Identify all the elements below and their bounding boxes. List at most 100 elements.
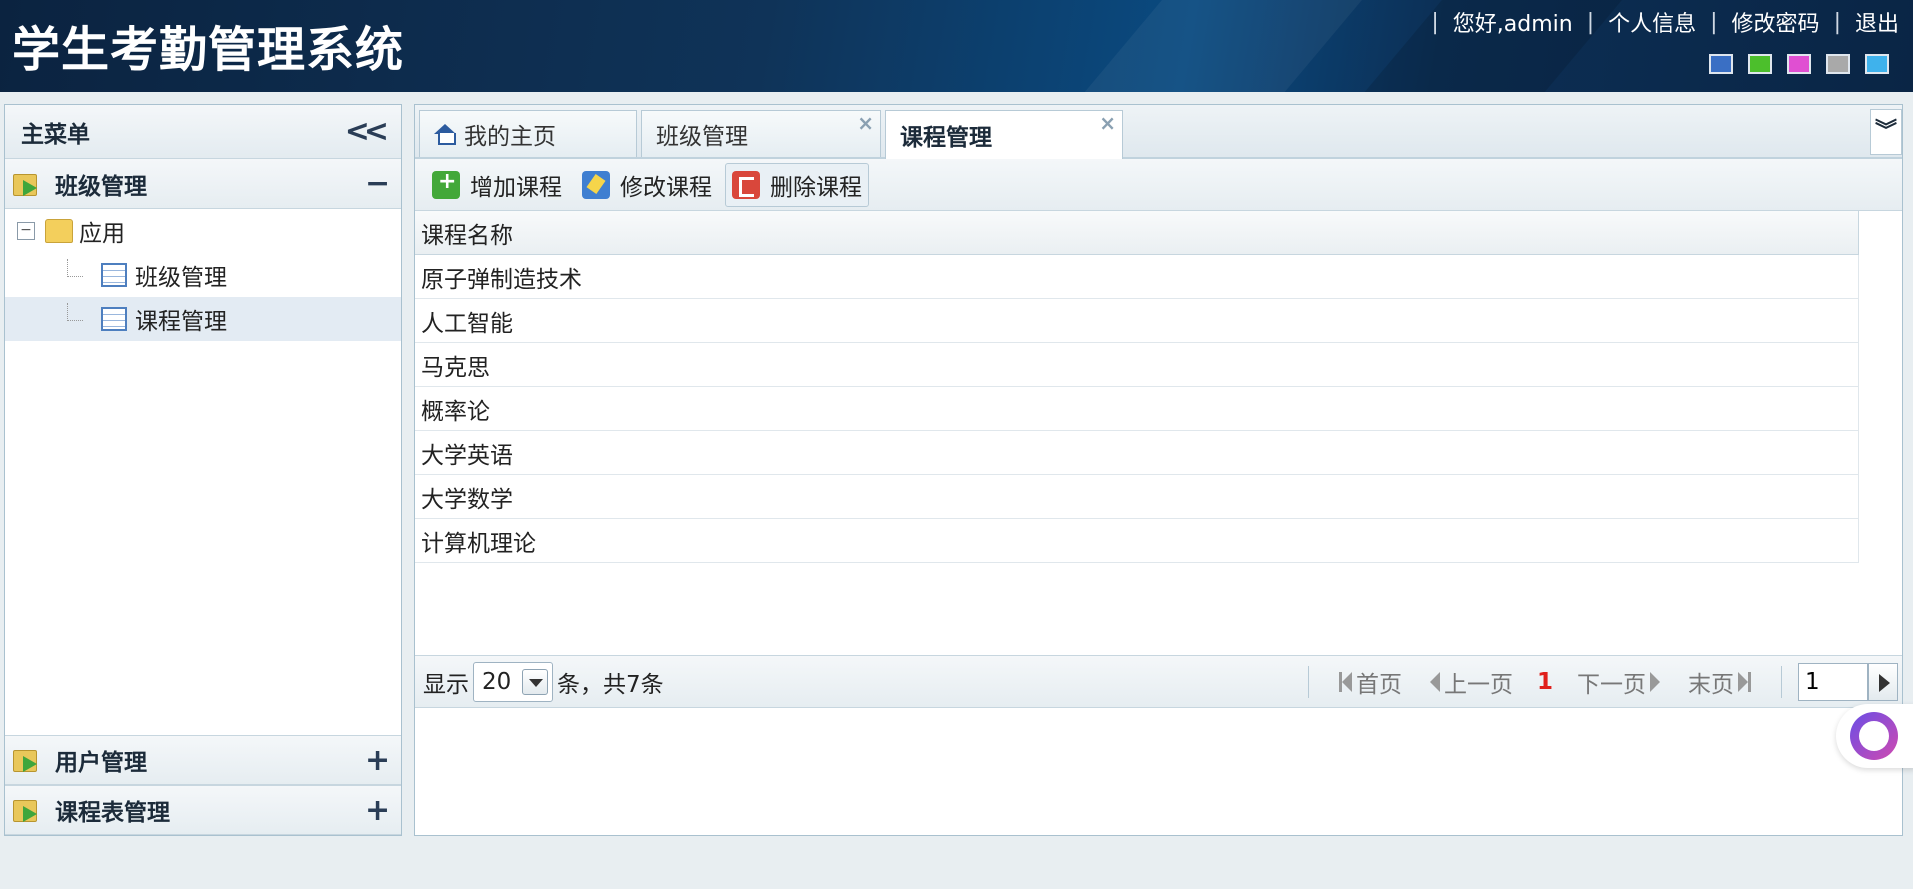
tree-node-label: 应用: [79, 221, 125, 247]
header-decoration: [1061, 0, 1379, 92]
table-row[interactable]: 马克思: [415, 343, 1859, 387]
main-content: 我的主页 班级管理 × 课程管理 × ︾ 增加课程 修改课程 删除课程 课程名称…: [414, 104, 1903, 836]
plus-icon[interactable]: +: [365, 793, 390, 828]
delete-icon: [732, 170, 760, 199]
tree-connector: [67, 259, 83, 277]
table-row[interactable]: 计算机理论: [415, 519, 1859, 563]
page-navigation: 首页 上一页 1 下一页 末页: [1292, 656, 1898, 708]
assistant-bot-button[interactable]: [1836, 704, 1913, 768]
button-label: 增加课程: [470, 174, 562, 201]
last-page-label: 末页: [1688, 672, 1734, 698]
close-icon[interactable]: ×: [857, 111, 874, 135]
prev-page-label: 上一页: [1443, 672, 1513, 698]
page-jump-input[interactable]: [1798, 663, 1868, 701]
greeting: 您好,admin: [1452, 12, 1573, 37]
tree-item-class-management[interactable]: 班级管理: [5, 253, 401, 297]
table-icon: [101, 307, 127, 331]
profile-link[interactable]: 个人信息: [1608, 6, 1696, 38]
tree-item-label: 班级管理: [135, 265, 227, 291]
separator: |: [1710, 9, 1718, 35]
logout-link[interactable]: 退出: [1855, 6, 1899, 38]
folder-arrow-icon: [13, 170, 43, 198]
panel-timetable-management[interactable]: 课程表管理 +: [5, 785, 401, 835]
tab-course-management[interactable]: 课程管理 ×: [885, 110, 1123, 159]
button-label: 修改课程: [620, 174, 712, 201]
last-page-button[interactable]: 末页: [1688, 665, 1751, 699]
tree-node-root[interactable]: − 应用: [5, 209, 401, 253]
separator: |: [1586, 9, 1595, 35]
edit-icon: [582, 170, 610, 199]
tree-collapse-icon[interactable]: −: [17, 222, 35, 240]
divider: [1307, 666, 1309, 698]
sidebar-bottom-panels: 用户管理 + 课程表管理 +: [5, 735, 401, 835]
table-row[interactable]: 大学数学: [415, 475, 1859, 519]
sidebar: 主菜单 << 班级管理 − − 应用 班级管理 课程管理 用户管理 + 课程表管…: [4, 104, 402, 836]
add-course-button[interactable]: 增加课程: [425, 163, 569, 207]
next-page-label: 下一页: [1577, 672, 1646, 698]
column-header-course-name[interactable]: 课程名称: [415, 211, 1859, 255]
sidebar-header: 主菜单 <<: [5, 105, 401, 159]
tree-item-course-management[interactable]: 课程管理: [5, 297, 401, 341]
panel-label: 班级管理: [55, 173, 147, 200]
home-icon: [434, 124, 456, 145]
panel-label: 课程表管理: [55, 800, 170, 826]
table-row[interactable]: 概率论: [415, 387, 1859, 431]
next-page-icon: [1650, 672, 1660, 692]
add-icon: [432, 169, 460, 199]
first-page-button[interactable]: 首页: [1338, 665, 1402, 699]
pagination-bar: 显示 20 条，共7条 首页 上一页 1 下一页 末页: [415, 656, 1902, 708]
panel-label: 用户管理: [55, 750, 147, 776]
change-password-link[interactable]: 修改密码: [1732, 6, 1820, 38]
double-chevron-down-icon[interactable]: ︾: [1870, 109, 1902, 155]
prev-page-icon: [1429, 672, 1440, 692]
theme-gray[interactable]: [1826, 54, 1850, 74]
theme-pink[interactable]: [1787, 54, 1811, 74]
panel-user-management[interactable]: 用户管理 +: [5, 735, 401, 785]
button-label: 删除课程: [770, 174, 862, 201]
close-icon[interactable]: ×: [1099, 111, 1116, 135]
last-page-icon: [1738, 672, 1748, 692]
tab-label: 我的主页: [464, 124, 556, 150]
course-table: 课程名称 原子弹制造技术 人工智能 马克思 概率论 大学英语 大学数学 计算机理…: [415, 211, 1902, 656]
tree-connector: [67, 303, 83, 321]
first-page-icon: [1341, 672, 1352, 692]
menu-tree: − 应用 班级管理 课程管理: [5, 209, 401, 736]
tab-class-management[interactable]: 班级管理 ×: [641, 110, 881, 157]
minus-icon[interactable]: −: [365, 166, 390, 201]
sidebar-title: 主菜单: [21, 121, 90, 148]
tab-home[interactable]: 我的主页: [419, 110, 637, 157]
first-page-label: 首页: [1355, 672, 1402, 698]
theme-skyblue[interactable]: [1865, 54, 1889, 74]
page-size-select[interactable]: 20: [473, 661, 553, 702]
tab-bar: 我的主页 班级管理 × 课程管理 × ︾: [415, 105, 1902, 159]
app-header: 学生考勤管理系统 | 您好,admin | 个人信息 | 修改密码 | 退出: [0, 0, 1913, 92]
table-row[interactable]: 大学英语: [415, 431, 1859, 475]
theme-blue[interactable]: [1709, 54, 1733, 74]
tab-label: 课程管理: [900, 125, 992, 151]
next-page-button[interactable]: 下一页: [1577, 665, 1660, 699]
top-links: | 您好,admin | 个人信息 | 修改密码 | 退出: [1417, 6, 1899, 38]
last-page-icon: [1748, 672, 1751, 692]
plus-icon[interactable]: +: [365, 743, 390, 778]
theme-switcher: [1709, 54, 1889, 74]
table-icon: [101, 263, 127, 287]
go-page-icon[interactable]: [1868, 663, 1898, 701]
app-title: 学生考勤管理系统: [12, 22, 405, 78]
pager-show-label: 显示: [423, 671, 469, 698]
tab-label: 班级管理: [656, 124, 748, 150]
chevron-down-icon[interactable]: [522, 668, 548, 695]
double-chevron-left-icon[interactable]: <<: [345, 114, 389, 149]
prev-page-button[interactable]: 上一页: [1429, 665, 1513, 699]
table-row[interactable]: 人工智能: [415, 299, 1859, 343]
pager-total-label: 条，共7条: [557, 671, 664, 698]
separator: |: [1431, 9, 1439, 35]
delete-course-button[interactable]: 删除课程: [725, 162, 869, 207]
bot-icon: [1850, 712, 1898, 760]
page-size-value: 20: [482, 668, 512, 695]
panel-class-management[interactable]: 班级管理 −: [5, 159, 401, 209]
separator: |: [1833, 9, 1841, 35]
theme-green[interactable]: [1748, 54, 1772, 74]
folder-icon: [45, 219, 73, 243]
table-row[interactable]: 原子弹制造技术: [415, 255, 1859, 299]
edit-course-button[interactable]: 修改课程: [575, 163, 719, 207]
